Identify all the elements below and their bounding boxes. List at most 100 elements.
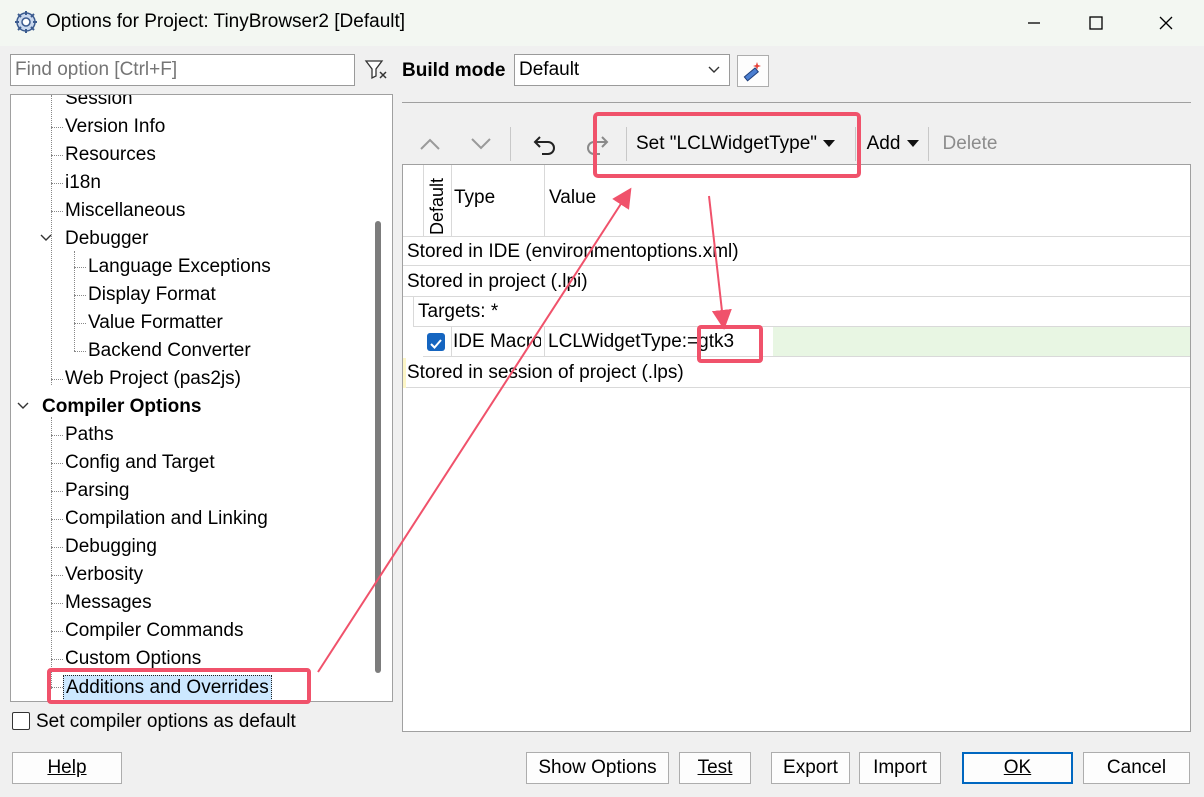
column-divider <box>451 327 452 357</box>
show-options-label: Show Options <box>538 757 657 778</box>
column-divider <box>451 165 452 237</box>
build-modes-tool-button[interactable] <box>737 55 769 87</box>
tree-connector <box>51 379 63 380</box>
minimize-button[interactable] <box>1014 8 1054 38</box>
cancel-button[interactable]: Cancel <box>1083 752 1190 784</box>
header-default[interactable]: Default <box>425 169 451 237</box>
annotation-highlight-tree-item <box>47 668 311 704</box>
chevron-down-icon[interactable] <box>39 233 53 243</box>
tree-connector <box>51 183 63 184</box>
overrides-grid[interactable]: Default Type Value Stored in IDE (enviro… <box>402 164 1191 732</box>
tree-item-paths[interactable]: Paths <box>65 423 114 447</box>
test-button[interactable]: Test <box>679 752 751 784</box>
add-label: Add <box>866 133 901 154</box>
dropdown-arrow-icon <box>907 140 920 147</box>
chevron-down-icon[interactable] <box>16 401 30 411</box>
tree-item-version-info[interactable]: Version Info <box>65 115 165 139</box>
tree-connector <box>74 251 75 351</box>
tree-connector <box>74 323 86 324</box>
tree-item-messages[interactable]: Messages <box>65 591 152 615</box>
tree-item-config-and-target[interactable]: Config and Target <box>65 451 215 475</box>
delete-button[interactable]: Delete <box>938 128 1002 160</box>
chevron-down-icon <box>708 66 720 73</box>
options-tree[interactable]: Session Version Info Resources i18n Misc… <box>10 94 393 702</box>
help-button[interactable]: Help <box>12 752 122 784</box>
tree-connector <box>51 659 63 660</box>
column-divider <box>544 327 545 357</box>
tree-item-i18n[interactable]: i18n <box>65 171 101 195</box>
row-stored-project[interactable]: Stored in project (.lpi) <box>403 267 1190 297</box>
undo-button[interactable] <box>528 128 562 160</box>
tree-connector <box>51 155 63 156</box>
tree-connector <box>74 295 86 296</box>
header-value[interactable]: Value <box>549 187 596 209</box>
tree-item-parsing[interactable]: Parsing <box>65 479 129 503</box>
annotation-highlight-value <box>697 325 763 363</box>
macro-type-cell[interactable]: IDE Macro <box>453 327 541 357</box>
toolbar-separator <box>928 127 929 161</box>
tree-item-compiler-commands[interactable]: Compiler Commands <box>65 619 243 643</box>
build-mode-select[interactable]: Default <box>514 54 730 86</box>
header-type[interactable]: Type <box>454 187 495 209</box>
minimize-icon <box>1028 22 1040 24</box>
tree-item-debugging[interactable]: Debugging <box>65 535 157 559</box>
set-default-checkbox[interactable] <box>12 712 30 730</box>
maximize-button[interactable] <box>1076 8 1116 38</box>
row-stored-ide[interactable]: Stored in IDE (environmentoptions.xml) <box>403 236 1190 266</box>
tree-connector <box>51 463 63 464</box>
filter-clear-icon <box>364 60 387 80</box>
show-options-button[interactable]: Show Options <box>526 752 669 784</box>
toolbar-separator <box>510 127 511 161</box>
tree-connector <box>51 127 63 128</box>
tree-connector <box>51 631 63 632</box>
tree-item-backend-converter[interactable]: Backend Converter <box>88 339 251 363</box>
tree-connector <box>51 435 63 436</box>
tree-item-language-exceptions[interactable]: Language Exceptions <box>88 255 271 279</box>
build-mode-label: Build mode <box>402 60 506 81</box>
export-label: Export <box>783 757 838 778</box>
add-button[interactable]: Add <box>862 128 924 160</box>
row-stored-session[interactable]: Stored in session of project (.lps) <box>403 358 1190 388</box>
tree-item-verbosity[interactable]: Verbosity <box>65 563 143 587</box>
find-option-input[interactable] <box>10 54 355 86</box>
cancel-label: Cancel <box>1106 757 1167 778</box>
export-button[interactable]: Export <box>771 752 850 784</box>
row-indicator <box>403 358 406 388</box>
tree-item-resources[interactable]: Resources <box>65 143 156 167</box>
tree-scrollbar-thumb[interactable] <box>375 221 381 673</box>
tree-item-compiler-options[interactable]: Compiler Options <box>42 395 201 419</box>
tree-item-session[interactable]: Session <box>65 95 133 111</box>
tree-item-web-project[interactable]: Web Project (pas2js) <box>65 367 241 391</box>
header-default-label: Default <box>427 177 447 235</box>
ok-button[interactable]: OK <box>962 752 1073 784</box>
separator-line <box>402 102 1191 103</box>
test-label: Test <box>697 757 733 778</box>
filter-clear-button[interactable] <box>361 55 391 85</box>
title-bar: Options for Project: TinyBrowser2 [Defau… <box>0 0 1204 46</box>
checkmark-icon <box>430 339 442 349</box>
tree-connector <box>74 267 86 268</box>
tree-item-display-format[interactable]: Display Format <box>88 283 216 307</box>
close-icon <box>1159 16 1173 30</box>
tree-connector <box>51 211 63 212</box>
macro-enabled-checkbox[interactable] <box>427 333 445 351</box>
import-button[interactable]: Import <box>859 752 941 784</box>
chevron-down-icon <box>471 138 491 150</box>
maximize-icon <box>1089 16 1103 30</box>
wand-icon <box>743 62 761 82</box>
tree-item-compilation-and-linking[interactable]: Compilation and Linking <box>65 507 268 531</box>
app-gear-icon <box>14 10 38 34</box>
chevron-up-icon <box>420 138 440 150</box>
tree-item-debugger[interactable]: Debugger <box>65 227 148 251</box>
window-title: Options for Project: TinyBrowser2 [Defau… <box>46 11 406 32</box>
row-ide-macro[interactable]: IDE Macro LCLWidgetType:=gtk3 <box>423 327 1190 357</box>
tree-item-miscellaneous[interactable]: Miscellaneous <box>65 199 185 223</box>
tree-connector <box>51 519 63 520</box>
tree-item-value-formatter[interactable]: Value Formatter <box>88 311 223 335</box>
close-button[interactable] <box>1146 8 1186 38</box>
move-down-button[interactable] <box>465 128 497 160</box>
undo-icon <box>533 136 555 155</box>
row-targets[interactable]: Targets: * <box>413 297 1190 327</box>
move-up-button[interactable] <box>414 128 446 160</box>
tree-connector <box>51 547 63 548</box>
